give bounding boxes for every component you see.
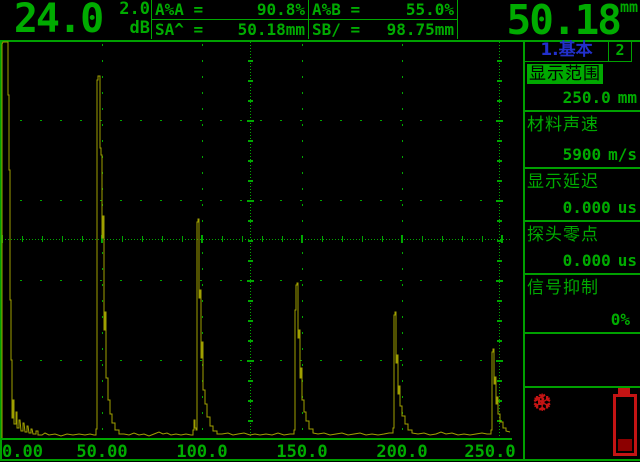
readout-sa: SA^ = 50.18mm xyxy=(152,20,308,39)
x-axis-label: 150.0 xyxy=(276,442,327,462)
menu-item-value: 5900 xyxy=(563,145,602,164)
gain-value: 24.0 xyxy=(4,0,112,40)
menu-item-unit: us xyxy=(618,251,637,270)
readout-label: SB/ = xyxy=(312,20,360,39)
menu-item-value: 0.000 xyxy=(563,198,611,217)
x-axis-label: 200.0 xyxy=(376,442,427,462)
menu-item-unit: us xyxy=(618,198,637,217)
gain-step-block: 2.0 dB xyxy=(112,0,150,40)
gain-unit-label: dB xyxy=(112,19,150,38)
battery-icon xyxy=(613,394,637,456)
readout-column-b: A%B = 55.0% SB/ = 98.75mm xyxy=(308,0,458,39)
menu-tab-row: 1.基本 2 xyxy=(525,40,632,62)
menu-item-value: 0.000 xyxy=(563,251,611,270)
readout-value: 90.8% xyxy=(257,0,305,19)
menu-item-value: 250.0 xyxy=(563,88,611,107)
readout-b-percent: A%B = 55.0% xyxy=(309,0,457,20)
menu-item-unit: m/s xyxy=(608,145,637,164)
readout-value: 50.18mm xyxy=(238,20,305,39)
menu-item-material-velocity[interactable]: 材料声速 5900 m/s xyxy=(525,112,640,169)
battery-charge-level xyxy=(618,439,632,451)
a-scan-display: 0.00 50.00 100.0 150.0 200.0 250.0 xyxy=(0,40,516,462)
readout-label: SA^ = xyxy=(155,20,203,39)
menu-cell-empty xyxy=(525,334,640,388)
menu-item-label: 探头零点 xyxy=(525,222,640,246)
status-cell: ❆ B xyxy=(525,388,640,458)
menu-sidebar: 1.基本 2 显示范围 250.0 mm 材料声速 5900 m/s 显示延迟 0.… xyxy=(523,40,640,460)
gain-step-value: 2.0 xyxy=(112,0,150,19)
readout-column-a: A%A = 90.8% SA^ = 50.18mm xyxy=(151,0,308,39)
battery-terminal xyxy=(618,388,630,394)
readout-label: A%B = xyxy=(312,0,360,19)
freeze-snowflake-icon: ❆ B xyxy=(529,390,555,416)
echo-trace xyxy=(2,42,510,438)
x-axis-label: 250.0 xyxy=(464,442,515,462)
primary-value: 50.18 xyxy=(507,0,620,40)
menu-item-value: 0% xyxy=(611,310,630,329)
readout-label: A%A = xyxy=(155,0,203,19)
freeze-gate-letter: B xyxy=(537,396,545,407)
menu-item-reject[interactable]: 信号抑制 0% xyxy=(525,275,640,334)
x-axis-label: 100.0 xyxy=(176,442,227,462)
menu-item-probe-zero[interactable]: 探头零点 0.000 us xyxy=(525,222,640,275)
menu-item-label-selected: 显示范围 xyxy=(527,64,603,84)
menu-item-display-range[interactable]: 显示范围 250.0 mm xyxy=(525,61,640,112)
x-axis-label: 0.00 xyxy=(2,442,43,462)
primary-unit: mm xyxy=(620,0,638,40)
measurement-readouts: A%A = 90.8% SA^ = 50.18mm A%B = 55.0% SB… xyxy=(151,0,458,39)
instrument-screen: 24.0 2.0 dB A%A = 90.8% SA^ = 50.18mm A%… xyxy=(0,0,640,462)
readout-value: 98.75mm xyxy=(387,20,454,39)
x-axis-label: 50.00 xyxy=(76,442,127,462)
readout-value: 55.0% xyxy=(406,0,454,19)
readout-a-percent: A%A = 90.8% xyxy=(152,0,308,20)
menu-item-label: 信号抑制 xyxy=(525,275,640,299)
primary-measurement: 50.18 mm xyxy=(458,0,638,40)
menu-item-display-delay[interactable]: 显示延迟 0.000 us xyxy=(525,169,640,222)
menu-item-label: 显示延迟 xyxy=(525,169,640,193)
tab-page-2[interactable]: 2 xyxy=(609,40,632,61)
menu-item-label: 材料声速 xyxy=(525,112,640,136)
menu-item-unit: mm xyxy=(618,88,637,107)
readout-sb: SB/ = 98.75mm xyxy=(309,20,457,39)
tab-basic[interactable]: 1.基本 xyxy=(525,40,609,61)
